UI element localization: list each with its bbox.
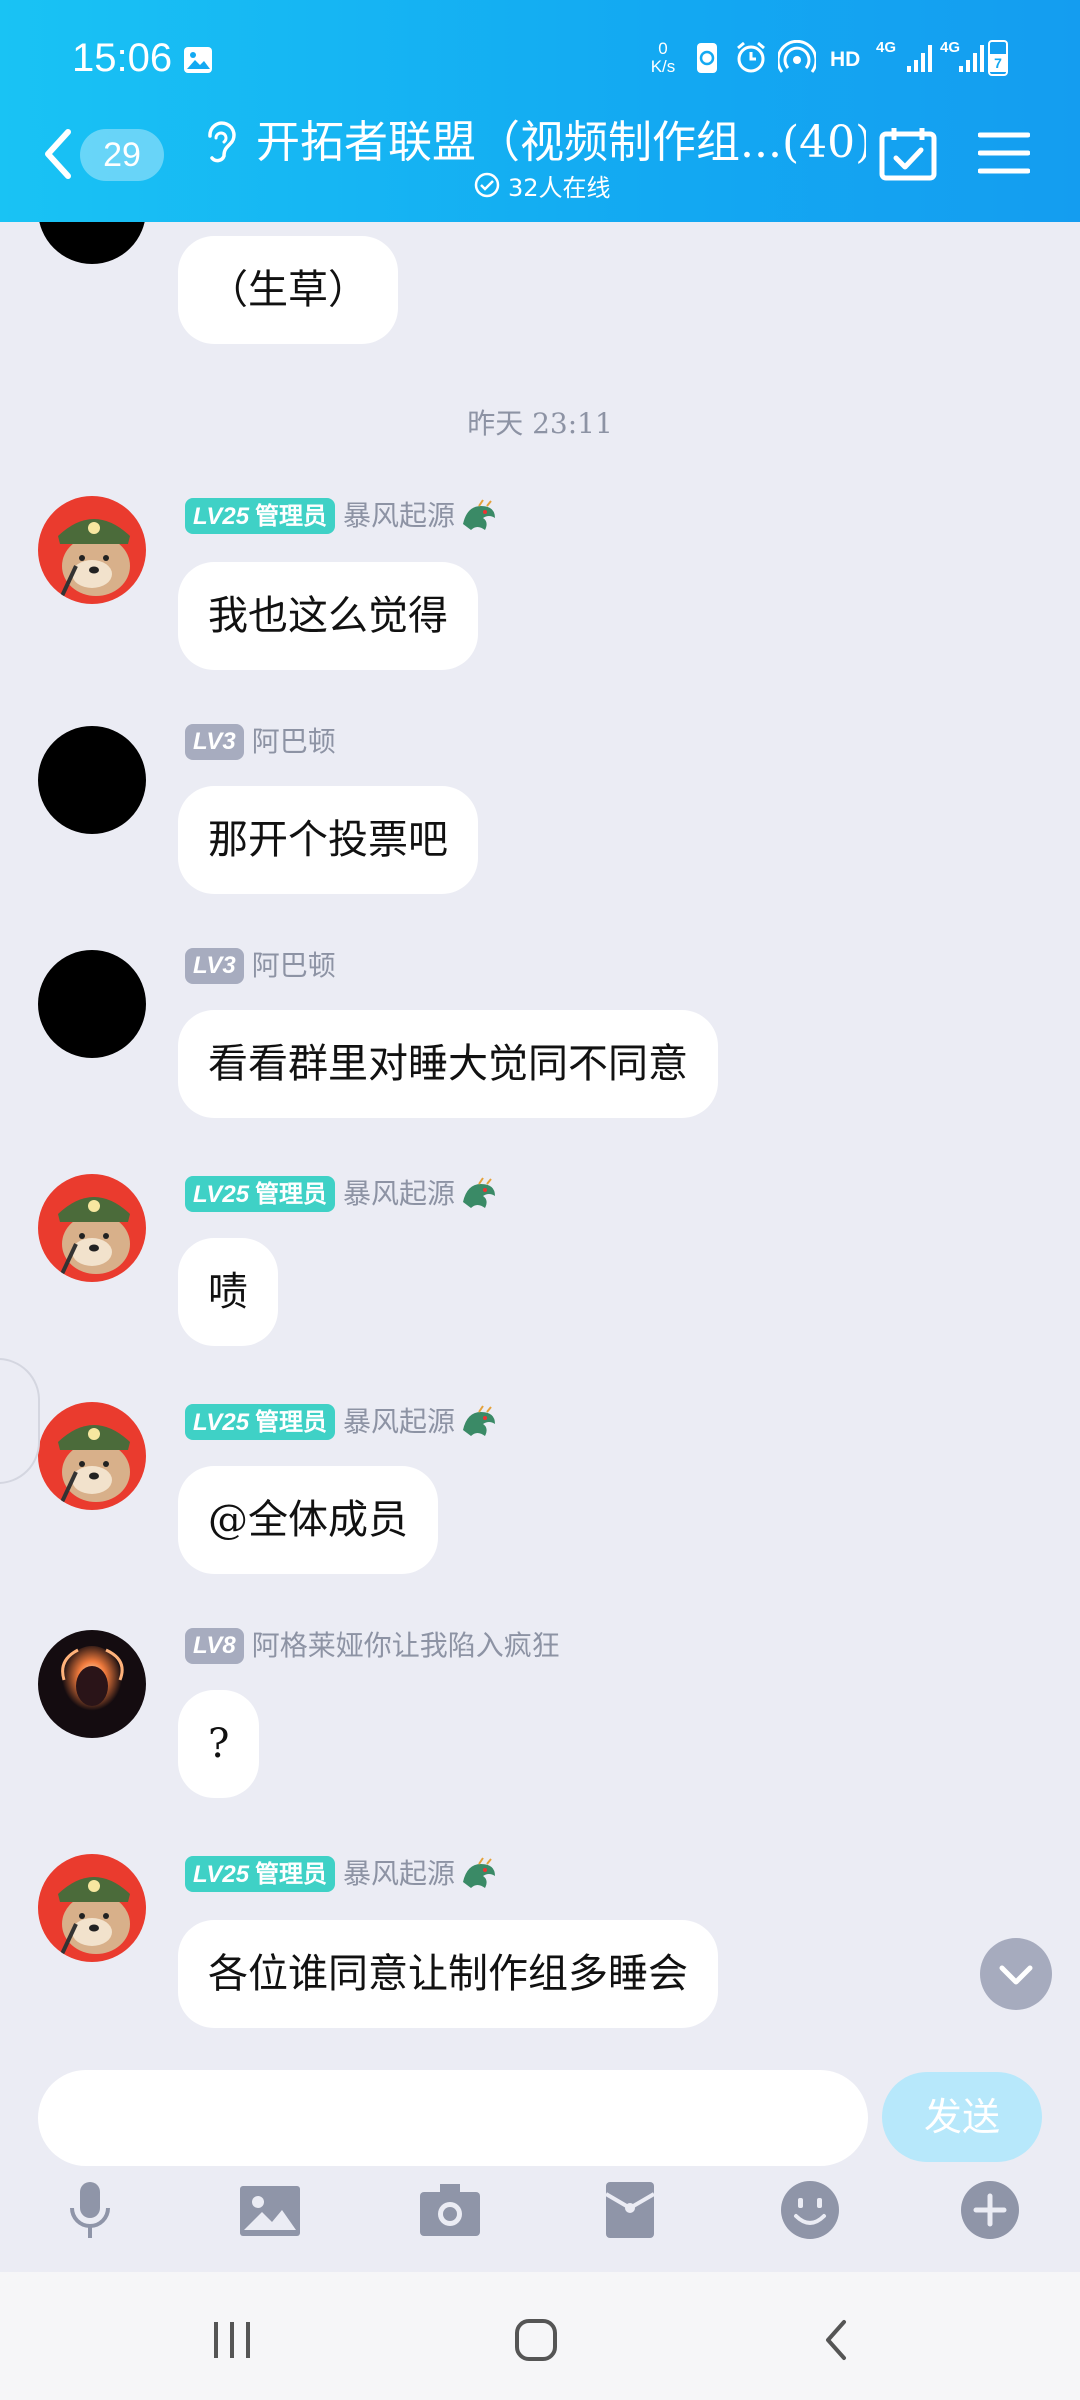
status-bar: 15:06 0 K/s HD 4G 4G 7 [0,0,1080,120]
calendar-check-icon[interactable] [878,126,938,182]
recycle-icon [697,43,717,73]
sender-info: LV25 管理员 暴风起源 [185,1176,499,1212]
battery-icon: 7 [988,40,1008,76]
camera-icon[interactable] [418,2178,482,2242]
message-bubble[interactable]: 我也这么觉得 [178,562,478,670]
dragon-title-icon [463,1177,496,1208]
avatar[interactable] [38,1854,146,1962]
sender-name[interactable]: 暴风起源 [343,498,455,534]
sender-info: LV3 阿巴顿 [185,948,336,984]
home-icon[interactable] [506,2310,566,2370]
back-icon[interactable] [808,2310,868,2370]
dragon-title-icon [463,1405,496,1436]
message-input[interactable] [38,2070,868,2166]
gallery-notification-icon [184,47,212,73]
message-bubble[interactable]: （生草） [178,236,398,344]
sender-name[interactable]: 阿巴顿 [252,948,336,984]
sender-info: LV3 阿巴顿 [185,724,336,760]
avatar[interactable] [38,496,146,604]
scroll-to-bottom-button[interactable] [980,1938,1052,2010]
message-bubble[interactable]: 看看群里对睡大觉同不同意 [178,1010,718,1118]
online-count: 32人在线 [508,174,611,202]
group-title[interactable]: 开拓者联盟（视频制作组...(40) [256,106,866,170]
sender-info: LV25 管理员 暴风起源 [185,498,499,534]
earpiece-mode-icon[interactable] [200,118,240,168]
avatar[interactable] [38,950,146,1058]
red-packet-icon[interactable] [598,2178,662,2242]
dog-avatar-icon [58,1877,130,1955]
input-toolbar [0,2178,1080,2268]
message-bubble[interactable]: 各位谁同意让制作组多睡会 [178,1920,718,2028]
level-badge: LV3 [185,724,244,760]
sender-name[interactable]: 阿巴顿 [252,724,336,760]
sender-info: LV25 管理员 暴风起源 [185,1404,499,1440]
status-time: 15:06 [72,36,173,80]
signal-icon-2 [959,45,984,72]
dragon-title-icon [463,1857,496,1888]
level-badge: LV25 管理员 [185,1856,336,1892]
network-speed: 0 K/s [650,39,676,76]
dog-avatar-icon [58,1425,130,1503]
message-bubble[interactable]: ? [178,1690,260,1798]
recent-apps-icon[interactable] [202,2310,262,2370]
online-check-icon [474,172,500,198]
avatar[interactable] [38,1174,146,1282]
message-bubble[interactable]: 那开个投票吧 [178,786,478,894]
avatar[interactable] [38,1630,146,1738]
sender-name[interactable]: 阿格莱娅你让我陷入疯狂 [252,1628,560,1664]
level-badge: LV25 管理员 [185,1404,336,1440]
time-divider: 昨天 23:11 [467,407,613,440]
message-bubble[interactable]: 啧 [178,1238,278,1346]
avatar[interactable] [38,1402,146,1510]
fire-portrait-avatar-icon [61,1646,124,1714]
dog-avatar-icon [58,519,130,597]
dog-avatar-icon [58,1197,130,1275]
unread-count-badge[interactable]: 29 [80,129,164,181]
system-navigation-bar [0,2272,1080,2400]
chevron-down-icon [999,1965,1033,1985]
alarm-icon [737,41,765,73]
plus-icon[interactable] [958,2178,1022,2242]
level-badge: LV25 管理员 [185,498,336,534]
sender-name[interactable]: 暴风起源 [343,1404,455,1440]
sender-name[interactable]: 暴风起源 [343,1176,455,1212]
level-badge: LV3 [185,948,244,984]
send-button[interactable]: 发送 [882,2072,1042,2162]
sender-info: LV8 阿格莱娅你让我陷入疯狂 [185,1628,560,1664]
hd-indicator: HD [830,48,861,71]
hotspot-icon [778,40,816,73]
avatar[interactable] [38,222,146,264]
level-badge: LV25 管理员 [185,1176,336,1212]
image-icon[interactable] [238,2178,302,2242]
dragon-title-icon [463,499,496,530]
avatar[interactable] [38,726,146,834]
emoji-icon[interactable] [778,2178,842,2242]
sender-info: LV25 管理员 暴风起源 [185,1856,499,1892]
network-type-2: 4G [940,39,961,56]
signal-icon-1 [907,45,932,72]
microphone-icon[interactable] [58,2178,122,2242]
message-bubble[interactable]: @全体成员 [178,1466,438,1574]
message-list[interactable]: （生草） 昨天 23:11 LV25 管理员 暴风起源 我也这么觉得 LV3 阿巴顿 … [0,222,1080,2058]
network-type-1: 4G [876,39,897,56]
level-badge: LV8 [185,1628,244,1664]
back-chevron-icon[interactable] [38,126,78,182]
sender-name[interactable]: 暴风起源 [343,1856,455,1892]
menu-icon[interactable] [978,130,1030,176]
chat-header: 15:06 0 K/s HD 4G 4G 7 29 开拓者联盟（视频制作组...… [0,0,1080,222]
